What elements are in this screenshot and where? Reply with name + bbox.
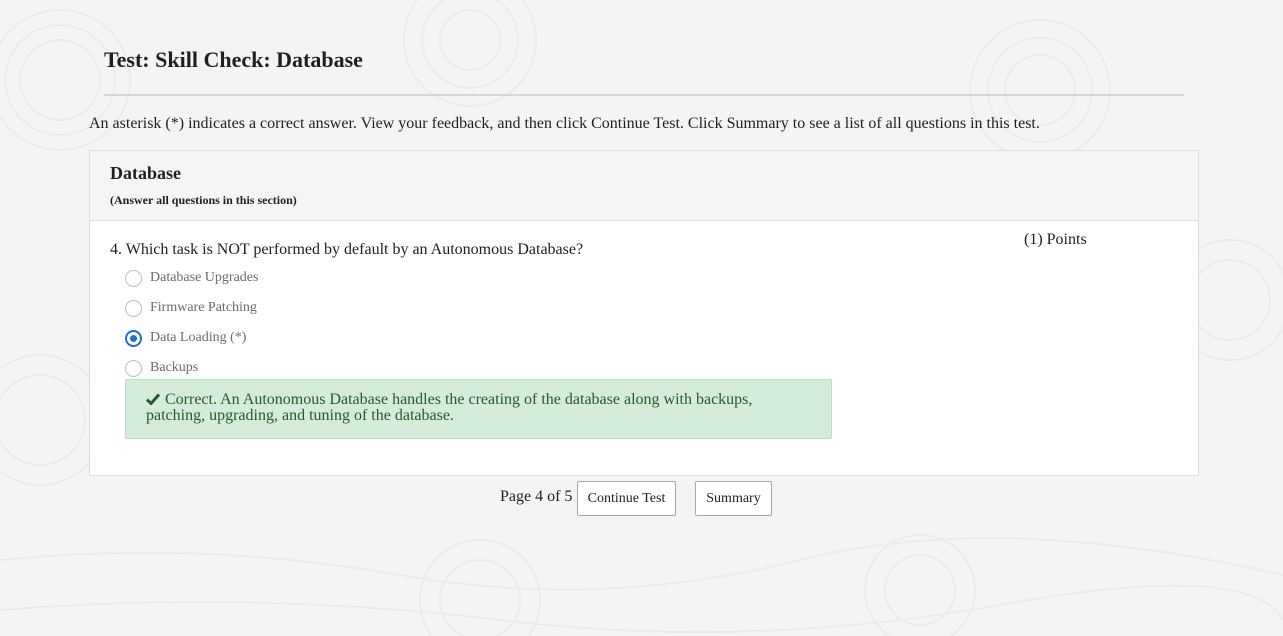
instructions-text: An asterisk (*) indicates a correct answ…	[89, 115, 1040, 132]
question-text: 4. Which task is NOT performed by defaul…	[110, 241, 584, 258]
answer-option-label: Data Loading (*)	[150, 330, 247, 345]
answer-option[interactable]: Database Upgrades	[125, 268, 258, 288]
radio-button-selected[interactable]	[125, 329, 142, 347]
question-points: (1) Points	[1024, 231, 1087, 248]
feedback-text-line1: Correct. An Autonomous Database handles …	[165, 391, 753, 408]
section-subtitle: (Answer all questions in this section)	[110, 193, 297, 207]
feedback-text-line2: patching, upgrading, and tuning of the d…	[146, 407, 454, 424]
continue-test-button[interactable]: Continue Test	[577, 481, 676, 516]
section-title: Database	[110, 163, 181, 183]
radio-button[interactable]	[125, 269, 142, 287]
feedback-box: Correct. An Autonomous Database handles …	[125, 379, 832, 439]
title-divider	[104, 94, 1184, 96]
answer-option-selected[interactable]: Data Loading (*)	[125, 328, 246, 348]
answer-option-label: Database Upgrades	[150, 270, 259, 285]
question-panel: Database (Answer all questions in this s…	[89, 150, 1199, 476]
answer-option[interactable]: Backups	[125, 358, 198, 378]
answer-option-label: Backups	[150, 360, 199, 375]
page-title: Test: Skill Check: Database	[104, 47, 363, 72]
radio-button[interactable]	[125, 359, 142, 377]
checkmark-icon	[146, 393, 160, 405]
answer-option-label: Firmware Patching	[150, 300, 257, 315]
radio-button[interactable]	[125, 299, 142, 317]
section-header: Database (Answer all questions in this s…	[90, 151, 1198, 221]
test-page: Test: Skill Check: Database An asterisk …	[0, 0, 1283, 636]
summary-button[interactable]: Summary	[695, 481, 772, 516]
answer-option[interactable]: Firmware Patching	[125, 298, 257, 318]
page-indicator: Page 4 of 5	[500, 488, 573, 505]
